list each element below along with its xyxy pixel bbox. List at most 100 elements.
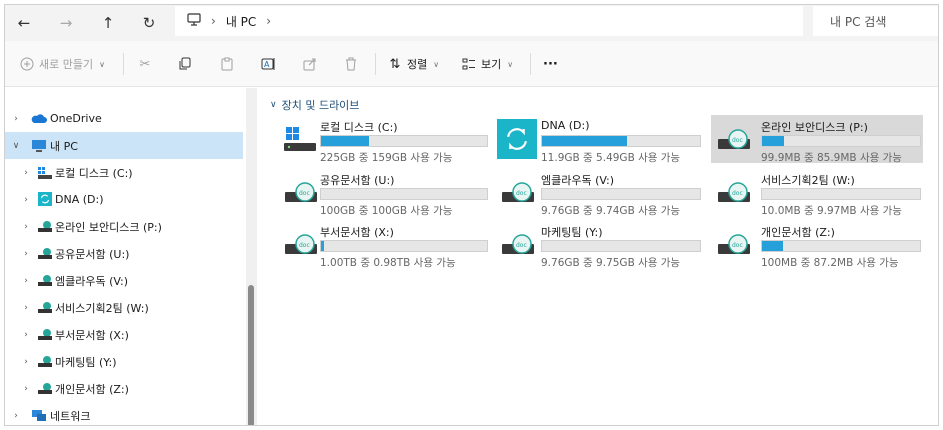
drive-size-text: 100GB 중 100GB 사용 가능: [320, 205, 453, 217]
back-button[interactable]: ←: [11, 10, 37, 36]
drive-usage-fill: [321, 241, 325, 251]
drive-name: 마케팅팀 (Y:): [541, 226, 603, 239]
svg-text:A: A: [264, 60, 270, 69]
drive-size-text: 11.9GB 중 5.49GB 사용 가능: [541, 152, 681, 164]
sidebar-item-service-planning-w[interactable]: › 서비스기획2팀 (W:): [5, 294, 243, 321]
network-icon: [32, 410, 46, 421]
arrow-up-icon: ↑: [101, 14, 115, 32]
network-drive-icon: [38, 356, 52, 367]
sidebar-item-onedrive[interactable]: › OneDrive: [5, 105, 243, 132]
drive-tile-d[interactable]: DNA (D:) 11.9GB 중 5.49GB 사용 가능: [495, 115, 707, 164]
drive-size-text: 9.76GB 중 9.74GB 사용 가능: [541, 205, 681, 217]
sidebar-item-local-disk-c[interactable]: › 로컬 디스크 (C:): [5, 159, 243, 186]
chevron-down-icon: ∨: [507, 59, 514, 69]
svg-text:doc: doc: [516, 190, 527, 197]
sidebar-item-marketing-y[interactable]: › 마케팅팀 (Y:): [5, 348, 243, 375]
chevron-right-icon[interactable]: ›: [21, 168, 31, 178]
network-drive-icon: doc: [285, 182, 317, 202]
drive-usage-bar: [541, 188, 701, 200]
view-button[interactable]: 보기 ∨: [461, 53, 513, 75]
sort-button[interactable]: ⇅ 정렬 ∨: [387, 53, 440, 75]
chevron-right-icon[interactable]: ›: [11, 411, 21, 421]
sync-drive-icon: [38, 192, 52, 206]
drive-usage-fill: [762, 241, 783, 251]
drive-usage-bar: [320, 240, 488, 252]
drive-tile-w[interactable]: doc 서비스기획2팀 (W:) 10.0MB 중 9.97MB 사용 가능: [711, 168, 923, 217]
drive-tile-u[interactable]: doc 공유문서함 (U:) 100GB 중 100GB 사용 가능: [278, 168, 490, 217]
group-header[interactable]: ∨ 장치 및 드라이브: [270, 97, 359, 113]
group-header-label: 장치 및 드라이브: [281, 99, 360, 112]
sidebar-item-label: 개인문서함 (Z:): [55, 382, 129, 396]
chevron-right-icon[interactable]: ›: [21, 249, 31, 259]
sidebar-item-label: 온라인 보안디스크 (P:): [55, 220, 162, 234]
drive-usage-bar: [761, 240, 921, 252]
rename-button[interactable]: A: [261, 53, 277, 75]
chevron-right-icon[interactable]: ›: [21, 222, 31, 232]
network-drive-icon: [38, 383, 52, 394]
search-input[interactable]: 내 PC 검색: [813, 6, 938, 36]
chevron-right-icon[interactable]: ›: [21, 276, 31, 286]
network-drive-icon: doc: [718, 129, 750, 149]
up-button[interactable]: ↑: [95, 10, 121, 36]
paste-button[interactable]: [219, 53, 235, 75]
network-drive-icon: [38, 275, 52, 286]
chevron-right-icon[interactable]: ›: [21, 195, 31, 205]
drive-tile-x[interactable]: doc 부서문서함 (X:) 1.00TB 중 0.98TB 사용 가능: [278, 220, 490, 269]
new-label: 새로 만들기: [39, 58, 94, 71]
network-drive-icon: [38, 221, 52, 232]
sidebar-item-this-pc[interactable]: ∨ 내 PC: [5, 132, 243, 159]
drive-usage-bar: [320, 135, 488, 147]
drive-tile-v[interactable]: doc 엠클라우독 (V:) 9.76GB 중 9.74GB 사용 가능: [495, 168, 707, 217]
drive-tile-c[interactable]: 로컬 디스크 (C:) 225GB 중 159GB 사용 가능: [278, 115, 490, 164]
sidebar-item-shared-docs-u[interactable]: › 공유문서함 (U:): [5, 240, 243, 267]
forward-button[interactable]: →: [53, 10, 79, 36]
svg-text:doc: doc: [299, 242, 310, 249]
sidebar-item-network[interactable]: › 네트워크: [5, 402, 243, 425]
refresh-icon: ↻: [142, 14, 156, 32]
drive-size-text: 10.0MB 중 9.97MB 사용 가능: [761, 205, 902, 217]
drive-tile-p[interactable]: doc 온라인 보안디스크 (P:) 99.9MB 중 85.9MB 사용 가능: [711, 115, 923, 164]
drive-tile-z[interactable]: doc 개인문서함 (Z:) 100MB 중 87.2MB 사용 가능: [711, 220, 923, 269]
delete-button[interactable]: [343, 53, 359, 75]
monitor-icon: [32, 140, 46, 152]
sidebar-item-label: OneDrive: [50, 112, 102, 125]
copy-button[interactable]: [177, 53, 193, 75]
toolbar-divider: [530, 53, 531, 75]
refresh-button[interactable]: ↻: [136, 10, 162, 36]
toolbar-divider: [123, 53, 124, 75]
sidebar-scrollbar-thumb[interactable]: [248, 285, 254, 425]
trash-icon: [343, 56, 359, 72]
drive-usage-bar: [761, 188, 921, 200]
sort-label: 정렬: [407, 58, 428, 71]
sidebar-item-personal-docs-z[interactable]: › 개인문서함 (Z:): [5, 375, 243, 402]
windows-drive-icon: [284, 127, 316, 151]
chevron-right-icon[interactable]: ›: [211, 14, 216, 28]
chevron-right-icon[interactable]: ›: [266, 14, 271, 28]
drive-size-text: 99.9MB 중 85.9MB 사용 가능: [761, 152, 902, 164]
sidebar-item-secure-disk-p[interactable]: › 온라인 보안디스크 (P:): [5, 213, 243, 240]
cut-button[interactable]: ✂: [137, 53, 153, 75]
chevron-right-icon[interactable]: ›: [21, 330, 31, 340]
drive-tile-y[interactable]: doc 마케팅팀 (Y:) 9.76GB 중 9.75GB 사용 가능: [495, 220, 707, 269]
computer-icon: [187, 13, 201, 29]
more-options-button[interactable]: ···: [543, 53, 558, 75]
sidebar-item-label: 공유문서함 (U:): [55, 247, 130, 261]
sidebar-item-dept-docs-x[interactable]: › 부서문서함 (X:): [5, 321, 243, 348]
drive-name: 서비스기획2팀 (W:): [761, 174, 855, 187]
chevron-right-icon[interactable]: ›: [11, 114, 21, 124]
network-drive-icon: doc: [502, 234, 534, 254]
view-list-icon: [461, 56, 477, 72]
sidebar-item-mcloudoc-v[interactable]: › 엠클라우독 (V:): [5, 267, 243, 294]
chevron-down-icon[interactable]: ∨: [11, 141, 21, 151]
new-button[interactable]: 새로 만들기 ∨: [19, 53, 105, 75]
sidebar-item-dna-d[interactable]: › DNA (D:): [5, 186, 243, 213]
chevron-down-icon: ∨: [433, 59, 440, 69]
chevron-right-icon[interactable]: ›: [21, 384, 31, 394]
chevron-right-icon[interactable]: ›: [21, 357, 31, 367]
drive-size-text: 1.00TB 중 0.98TB 사용 가능: [320, 257, 456, 269]
breadcrumb-path[interactable]: 내 PC: [226, 13, 256, 30]
address-bar[interactable]: › 내 PC ›: [175, 6, 803, 36]
chevron-right-icon[interactable]: ›: [21, 303, 31, 313]
share-button[interactable]: [302, 53, 318, 75]
sort-icon: ⇅: [389, 56, 401, 72]
